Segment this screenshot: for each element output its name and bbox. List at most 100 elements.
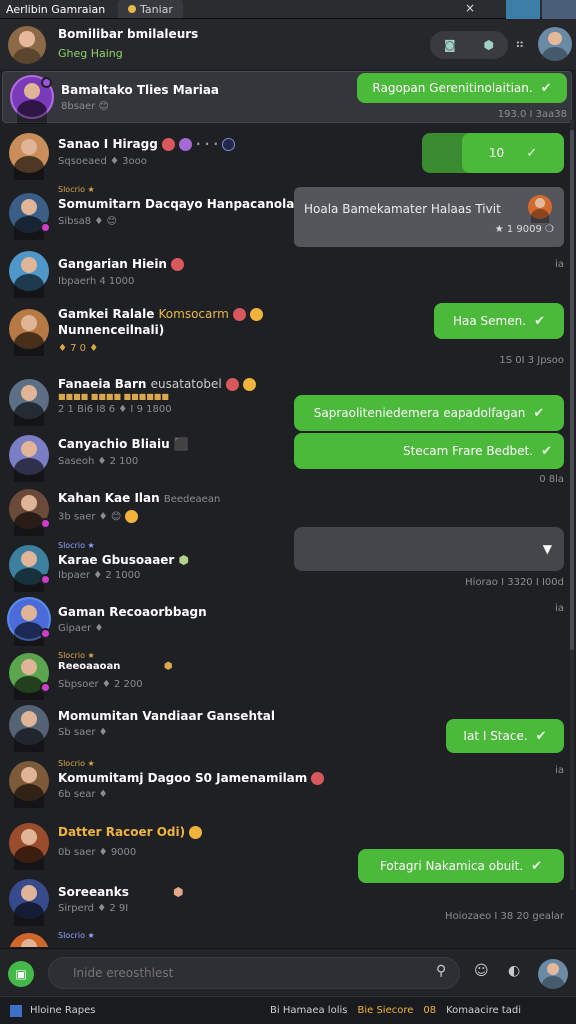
conversation-row[interactable]: Canyachio Bliaiu ⬛ Saseoh ♦ 2 100 Stecam…	[0, 429, 570, 485]
status-item[interactable]: Komaacire tadi	[446, 1005, 521, 1016]
conversation-row[interactable]: Momumitan Vandiaar Gansehtal Sb saer ♦ I…	[0, 703, 570, 759]
avatar	[9, 823, 49, 871]
message-bubble[interactable]: Stecam Frare Bedbet. ✔	[294, 433, 564, 469]
user-avatar[interactable]	[538, 959, 568, 989]
avatar	[9, 133, 49, 181]
mic-icon[interactable]: ◐	[508, 963, 520, 979]
conversation-name: Bamaltako Tlies Mariaa	[61, 83, 220, 97]
conversation-meta: Sqsoeaed ♦ 3ooo	[58, 156, 147, 167]
chat-header: Bomilibar bmilaleurs Gheg Haing ◙ ⬢ ⠶	[0, 19, 576, 69]
conversation-name: Karae Gbusoaaer ⬢	[58, 553, 190, 567]
conversation-row[interactable]: Slocrio ★ Komumitamj Dagoo S0 Jamenamila…	[0, 759, 570, 819]
check-icon: ✔	[534, 313, 545, 329]
header-subtitle: Gheg Haing	[58, 47, 123, 60]
message-time: Hoiozaeo I 38 20 gealar	[445, 911, 564, 922]
conversation-name: Komumitamj Dagoo S0 Jamenamilam	[58, 771, 325, 785]
message-text: Ragopan Gerenitinolaitian.	[372, 81, 533, 95]
conversation-row[interactable]: Gangarian Hiein Ibpaerh 4 1000 ia	[0, 247, 570, 301]
pin-icon[interactable]: ⚲	[436, 963, 446, 979]
header-avatar[interactable]	[8, 26, 46, 64]
avatar	[9, 761, 49, 809]
conversation-row[interactable]: Soreeanks ⬢ Sirperd ♦ 2 9I Hoiozaeo I 38…	[0, 875, 570, 929]
status-square-icon	[10, 1004, 22, 1017]
message-bubble[interactable]: Haa Semen. ✔	[434, 303, 564, 339]
grid-icon[interactable]: ⠶	[515, 37, 525, 52]
message-time: ia	[555, 259, 564, 270]
conversation-tag: Slocrio ★	[58, 185, 95, 194]
status-badge	[40, 518, 51, 529]
status-item[interactable]: Bi Hamaea lolis	[270, 1005, 347, 1016]
check-icon: ✔	[533, 405, 545, 421]
conversation-meta-top: ■■■■ ■■■■ ■■■■■■	[58, 392, 169, 401]
conversation-name: Datter Racoer Odi)	[58, 825, 203, 839]
conversation-meta: Gipaer ♦	[58, 623, 104, 634]
thumbnail-2[interactable]	[542, 0, 576, 19]
conversation-row[interactable]: Datter Racoer Odi) 0b saer ♦ 9000 Fotagr…	[0, 819, 570, 883]
close-icon[interactable]: ×	[465, 1, 475, 15]
avatar	[9, 933, 49, 947]
message-bubble[interactable]: ▼	[294, 527, 564, 571]
message-bubble[interactable]: Iat I Stace. ✔	[446, 719, 564, 753]
conversation-tag: Slocrio ★	[58, 759, 95, 768]
status-badge	[40, 628, 51, 639]
conversation-row[interactable]: Slocrio ★ Somumitarn Dacqayo Hanpacanola…	[0, 181, 570, 247]
conversation-row[interactable]: Bamaltako Tlies Mariaa 8bsaer 😊 Ragopan …	[2, 71, 572, 125]
conversation-name: Sanao I Hiragg · · ·	[58, 137, 236, 151]
conversation-meta: Sb saer ♦	[58, 727, 108, 738]
box-icon[interactable]: ⬢	[484, 38, 494, 52]
message-time: Hiorao I 3320 I I00d	[465, 577, 564, 588]
conversation-row[interactable]: Slocrio ★ Karae Gbusoaaer ⬢ Ibpaer ♦ 2 1…	[0, 527, 570, 595]
message-bubble[interactable]: Sapraoliteniedemera eapadolfagan ✔	[294, 395, 564, 431]
chevron-down-icon[interactable]: ▼	[543, 542, 552, 556]
avatar	[9, 545, 51, 593]
app-title: Aerlibin Gamraian	[6, 2, 106, 16]
message-bubble[interactable]: 10 ✓	[422, 133, 564, 173]
conversation-name: Canyachio Bliaiu ⬛	[58, 437, 189, 451]
status-item[interactable]: 08	[423, 1005, 436, 1016]
composer: ▣ ⚲ ☺ ◐	[0, 948, 576, 996]
profile-avatar[interactable]	[538, 27, 572, 61]
scrollbar[interactable]	[570, 120, 574, 890]
emoji-icon	[311, 772, 325, 785]
emoji-icon	[178, 138, 192, 151]
scrollbar-thumb[interactable]	[570, 130, 574, 650]
conversation-meta: 3b saer ♦ 😊	[58, 510, 139, 523]
header-title: Bomilibar bmilaleurs	[58, 27, 199, 41]
conversation-row[interactable]: Fanaeia Barn eusatatobel ■■■■ ■■■■ ■■■■■…	[0, 371, 570, 431]
avatar	[9, 309, 49, 357]
message-time: ia	[555, 603, 564, 614]
status-item[interactable]: Bie Siecore	[357, 1005, 413, 1016]
conversation-name: Fanaeia Barn eusatatobel	[58, 377, 256, 391]
conversation-meta: Ibpaer ♦ 2 1000	[58, 570, 141, 581]
message-bubble[interactable]: Hoala Bamekamater Halaas Tivit ★ 1 9009 …	[294, 187, 564, 247]
message-input[interactable]	[48, 957, 460, 989]
conversation-row[interactable]: Gamkei Ralale Komsocarm Nunnenceilnali) …	[0, 301, 570, 371]
emoji-icon	[170, 258, 184, 271]
check-icon: ✓	[526, 145, 538, 161]
message-text: 10	[488, 146, 505, 160]
avatar	[9, 599, 51, 647]
status-badge	[40, 222, 51, 233]
message-bubble[interactable]: Ragopan Gerenitinolaitian. ✔	[357, 73, 567, 103]
attach-icon[interactable]: ▣	[8, 961, 34, 987]
conversation-meta: Sbpsoer ♦ 2 200	[58, 679, 143, 690]
tab-main[interactable]: Taniar	[118, 0, 183, 18]
avatar	[9, 879, 49, 927]
conversation-name: Soreeanks ⬢	[58, 885, 184, 899]
emoji-icon	[161, 138, 175, 151]
thumbnail-1[interactable]	[506, 0, 540, 19]
conversation-row[interactable]: Slocrio ★	[0, 929, 570, 947]
conversation-row[interactable]: Sanao I Hiragg · · · Sqsoeaed ♦ 3ooo 10 ✓	[0, 127, 570, 181]
emoji-icon	[222, 138, 236, 151]
camera-icon[interactable]: ◙	[444, 38, 456, 52]
avatar	[9, 251, 49, 299]
conversation-tag: Slocrio ★	[58, 931, 95, 940]
emoji-picker-icon[interactable]: ☺	[474, 963, 489, 979]
emoji-icon	[125, 510, 139, 523]
conversation-row[interactable]: Gaman Recoaorbbagn Gipaer ♦ ia	[0, 595, 570, 649]
header-actions-pill[interactable]: ◙ ⬢	[430, 31, 508, 59]
emoji-icon	[242, 378, 256, 391]
message-text: Stecam Frare Bedbet.	[402, 444, 534, 458]
conversation-row[interactable]: Slocrio ★ Reeoaaoan ⬢ Sbpsoer ♦ 2 200	[0, 649, 570, 703]
emoji-icon	[249, 308, 263, 321]
